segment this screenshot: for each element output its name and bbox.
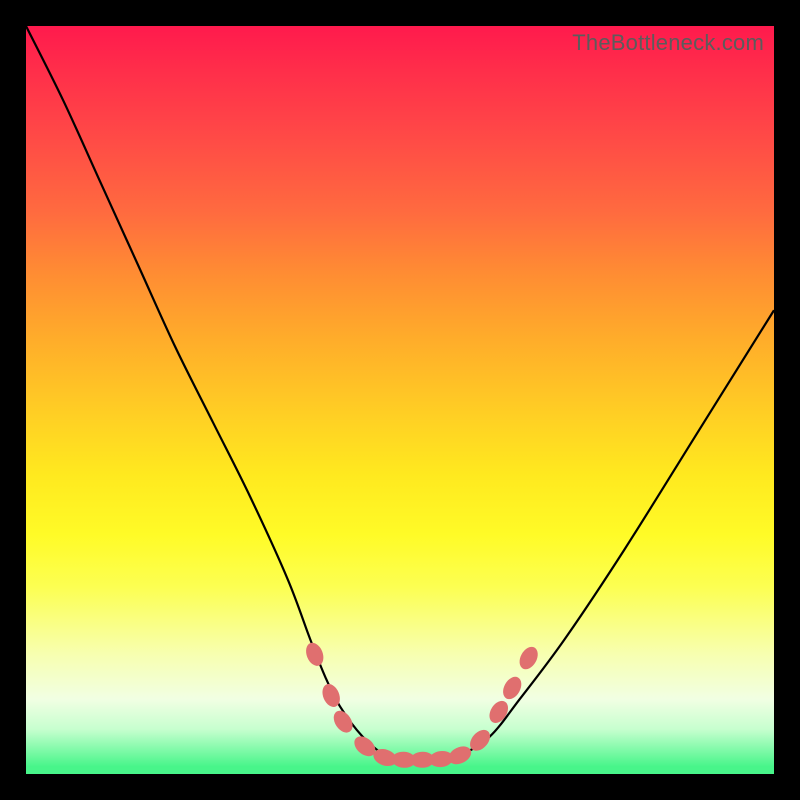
marker-group — [303, 640, 542, 769]
data-marker — [330, 707, 357, 736]
data-marker — [499, 674, 525, 703]
chart-marker-layer — [26, 26, 774, 774]
watermark-text: TheBottleneck.com — [572, 30, 764, 56]
data-marker — [319, 681, 343, 709]
data-marker — [303, 640, 327, 668]
data-marker — [446, 743, 475, 768]
data-marker — [486, 698, 512, 727]
data-marker — [516, 644, 542, 673]
chart-plot-area: TheBottleneck.com — [26, 26, 774, 774]
